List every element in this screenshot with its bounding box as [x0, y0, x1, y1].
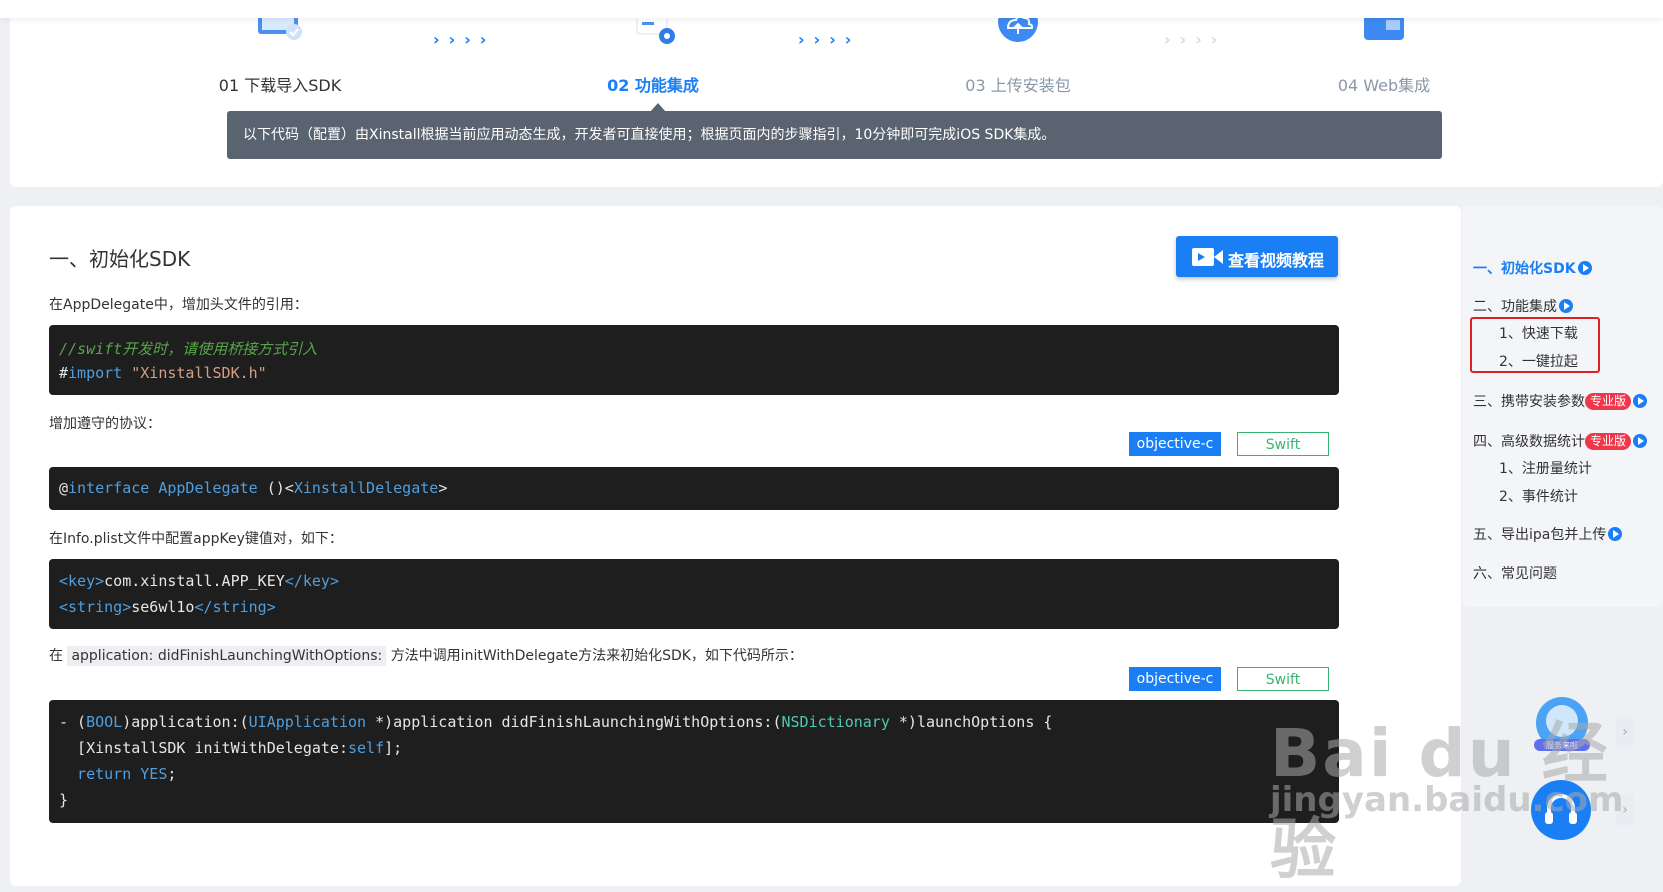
toc-label: 一、初始化SDK — [1473, 261, 1576, 277]
section-title: 一、初始化SDK — [49, 247, 191, 271]
step-arrows: ›››› — [1164, 30, 1227, 49]
watermark-url: jingyan.baidu.com — [1270, 780, 1624, 820]
code-token: < — [59, 598, 69, 616]
code-token: </ — [194, 598, 213, 616]
play-icon — [1577, 261, 1592, 275]
step-label: 01 下载导入SDK — [218, 76, 342, 95]
code-tag: string — [68, 598, 123, 616]
code-value: se6wl1o — [131, 598, 195, 616]
toc-item-integration[interactable]: 二、功能集成 — [1473, 296, 1573, 316]
toc-label: 五、导出ipa包并上传 — [1473, 527, 1607, 543]
code-token: </ — [284, 572, 303, 590]
inline-code-method: application: didFinishLaunchingWithOptio… — [67, 646, 387, 666]
code-token: > — [438, 479, 448, 497]
tab-swift[interactable]: Swift — [1237, 432, 1329, 456]
code-block-plist[interactable]: <key>com.xinstall.APP_KEY</key> <string>… — [49, 559, 1339, 629]
top-nav-strip — [0, 0, 1663, 18]
paragraph-info-plist: 在Info.plist文件中配置appKey键值对，如下： — [49, 531, 343, 547]
paragraph-header-import: 在AppDelegate中，增加头文件的引用： — [49, 297, 308, 313]
toc-label: 四、高级数据统计 — [1473, 434, 1585, 450]
code-token: *)application didFinishLaunchingWithOpti… — [366, 713, 782, 731]
step-label: 02 功能集成 — [607, 76, 699, 95]
code-keyword: interface AppDelegate — [68, 479, 258, 497]
code-token: > — [329, 572, 339, 590]
step-label: 03 上传安装包 — [965, 76, 1071, 95]
toc-item-init-sdk[interactable]: 一、初始化SDK — [1473, 258, 1592, 278]
paragraph-suffix: 方法中调用initWithDelegate方法来初始化SDK，如下代码所示： — [390, 648, 803, 664]
code-token: *)launchOptions { — [889, 713, 1053, 731]
video-camera-icon — [1192, 248, 1223, 266]
code-tag: key — [302, 572, 330, 590]
code-value: com.xinstall.APP_KEY — [104, 572, 285, 590]
code-token: )application:( — [122, 713, 249, 731]
code-keyword: return — [59, 765, 132, 783]
code-block-init[interactable]: - (BOOL)application:(UIApplication *)app… — [49, 700, 1339, 823]
code-token: > — [122, 598, 132, 616]
code-keyword: YES — [131, 765, 168, 783]
toc-subitem-register-stats[interactable]: 1、注册量统计 — [1499, 458, 1592, 478]
code-type: BOOL — [86, 713, 123, 731]
code-type: NSDictionary — [781, 713, 890, 731]
play-icon — [1559, 299, 1573, 313]
tab-objective-c[interactable]: objective-c — [1129, 667, 1221, 691]
paragraph-protocol: 增加遵守的协议： — [49, 416, 161, 432]
paragraph-init-method: 在 application: didFinishLaunchingWithOpt… — [49, 645, 803, 666]
code-token: < — [59, 572, 69, 590]
code-type: XinstallDelegate — [293, 479, 439, 497]
code-token: ; — [167, 765, 177, 783]
code-tag: string — [212, 598, 267, 616]
toc-item-advanced-stats[interactable]: 四、高级数据统计 专业版 — [1473, 431, 1648, 451]
code-token: ]; — [384, 739, 403, 757]
toc-subitem-event-stats[interactable]: 2、事件统计 — [1499, 486, 1578, 506]
step-label: 04 Web集成 — [1337, 76, 1431, 95]
play-icon — [1633, 434, 1648, 448]
toc-item-install-params[interactable]: 三、携带安装参数 专业版 — [1473, 391, 1648, 411]
highlight-annotation-box — [1470, 317, 1600, 373]
pro-badge: 专业版 — [1585, 393, 1632, 410]
code-token: @ — [59, 479, 69, 497]
code-keyword: self — [347, 739, 385, 757]
code-block-import[interactable]: //swift开发时，请使用桥接方式引入 #import "XinstallSD… — [49, 325, 1339, 395]
toc-label: 三、携带安装参数 — [1473, 394, 1585, 410]
code-block-protocol[interactable]: @interface AppDelegate ()<XinstallDelega… — [49, 467, 1339, 510]
code-token: ()< — [257, 479, 294, 497]
code-token: - ( — [59, 713, 87, 731]
code-tag: key — [68, 572, 96, 590]
code-string: "XinstallSDK.h" — [131, 364, 267, 382]
pro-badge: 专业版 — [1585, 433, 1632, 450]
code-token: > — [266, 598, 276, 616]
step-arrows: ›››› — [798, 30, 861, 49]
toc-label: 二、功能集成 — [1473, 299, 1557, 315]
code-keyword: import — [68, 364, 123, 382]
play-icon — [1633, 394, 1648, 408]
video-button-label: 查看视频教程 — [1228, 251, 1325, 270]
tab-objective-c[interactable]: objective-c — [1129, 432, 1221, 456]
code-token: [XinstallSDK initWithDelegate: — [59, 739, 348, 757]
table-of-contents: 一、初始化SDK 二、功能集成 1、快速下载 2、一键拉起 三、携带安装参数 专业… — [1462, 206, 1663, 607]
code-comment: //swift开发时，请使用桥接方式引入 — [59, 340, 318, 358]
notice-banner: 以下代码（配置）由Xinstall根据当前应用动态生成，开发者可直接使用；根据页… — [227, 111, 1442, 159]
toc-item-export-ipa[interactable]: 五、导出ipa包并上传 — [1473, 524, 1623, 544]
video-tutorial-button[interactable]: 查看视频教程 — [1176, 236, 1338, 277]
code-token: } — [59, 791, 69, 809]
tab-swift[interactable]: Swift — [1237, 667, 1329, 691]
code-type: UIApplication — [248, 713, 367, 731]
baidu-jingyan-watermark: Bai du 经验 jingyan.baidu.com — [1270, 700, 1663, 892]
toc-item-faq[interactable]: 六、常见问题 — [1473, 563, 1557, 583]
code-token: # — [59, 364, 69, 382]
code-token: > — [95, 572, 105, 590]
step-arrows: ›››› — [433, 30, 496, 49]
paragraph-prefix: 在 — [49, 648, 63, 664]
play-icon — [1608, 527, 1623, 541]
